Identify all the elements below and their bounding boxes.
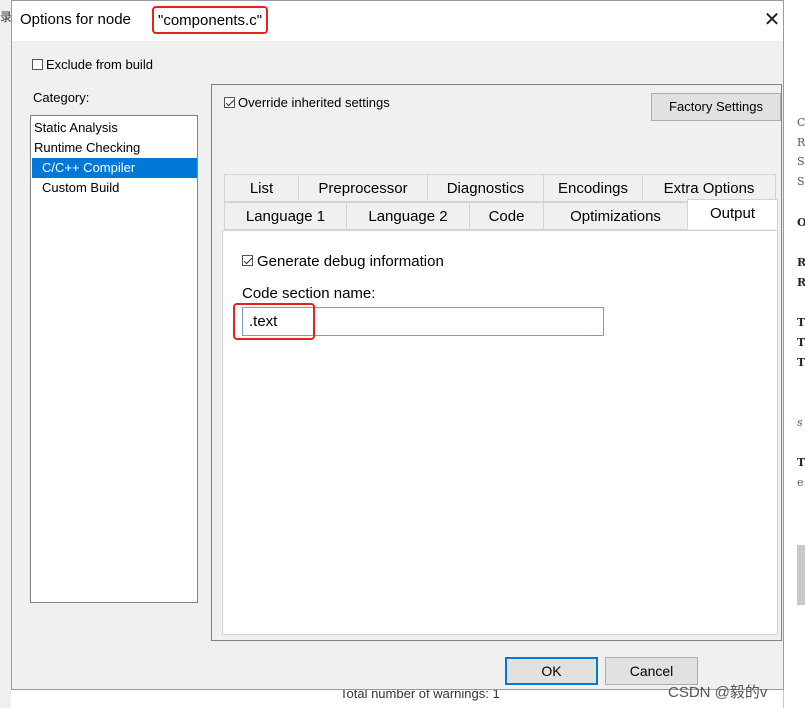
tab-language-1[interactable]: Language 1 [224,202,347,230]
code-section-input[interactable] [242,307,604,336]
tab-list[interactable]: List [224,174,299,202]
background-line: R [797,256,805,269]
output-tab-content: Generate debug information Code section … [222,230,778,635]
dialog-titlebar[interactable]: Options for node "components.c" ✕ [12,1,783,41]
tab-encodings[interactable]: Encodings [543,174,643,202]
background-line: T [797,316,805,329]
override-inherited-checkbox[interactable]: Override inherited settings [224,95,390,110]
watermark: CSDN @毅的v [668,684,768,701]
background-line: T [797,356,805,369]
settings-panel: Override inherited settings Factory Sett… [211,84,782,641]
screen: 录 C R S S O R R T T T s T e Total number… [0,0,805,708]
background-line: R [797,276,805,289]
options-dialog: Options for node "components.c" ✕ Exclud… [11,0,784,690]
category-item-runtime-checking[interactable]: Runtime Checking [34,138,140,158]
background-window-left: 录 [0,0,12,708]
checkbox-checked-icon [224,96,235,108]
category-item-c-compiler[interactable]: C/C++ Compiler [32,158,197,178]
generate-debug-label: Generate debug information [257,253,444,270]
tab-optimizations[interactable]: Optimizations [543,202,688,230]
exclude-from-build-label: Exclude from build [46,57,153,72]
background-line: C [797,116,805,129]
background-editor: C R S S O R R T T T s T e [783,40,805,708]
close-icon[interactable]: ✕ [760,8,784,32]
checkbox-icon [32,58,43,70]
category-label: Category: [33,90,90,105]
tab-diagnostics[interactable]: Diagnostics [427,174,544,202]
category-list[interactable]: Static Analysis Runtime Checking C/C++ C… [30,115,198,603]
tab-output[interactable]: Output [687,199,778,229]
background-line: T [797,336,805,349]
factory-settings-button[interactable]: Factory Settings [651,93,781,121]
background-scrollbar[interactable] [797,545,805,605]
code-section-label: Code section name: [242,285,376,302]
background-line: T [797,456,805,469]
dialog-title-node: "components.c" [152,6,269,34]
tab-language-2[interactable]: Language 2 [346,202,470,230]
category-item-static-analysis[interactable]: Static Analysis [34,118,118,138]
ok-button[interactable]: OK [505,657,598,685]
checkbox-checked-icon [242,255,253,267]
tab-preprocessor[interactable]: Preprocessor [298,174,428,202]
background-line: e [797,476,804,489]
background-line: s [797,416,803,429]
override-inherited-label: Override inherited settings [238,95,390,110]
background-line: S [797,155,805,168]
background-line: O [797,216,805,229]
tab-code[interactable]: Code [469,202,544,230]
exclude-from-build-checkbox[interactable]: Exclude from build [32,57,153,72]
tab-extra-options[interactable]: Extra Options [642,174,776,202]
category-item-custom-build[interactable]: Custom Build [42,178,119,198]
background-line: S [797,175,805,188]
background-line: R [797,136,805,149]
generate-debug-checkbox[interactable]: Generate debug information [242,253,444,270]
dialog-title: Options for node [20,11,131,28]
